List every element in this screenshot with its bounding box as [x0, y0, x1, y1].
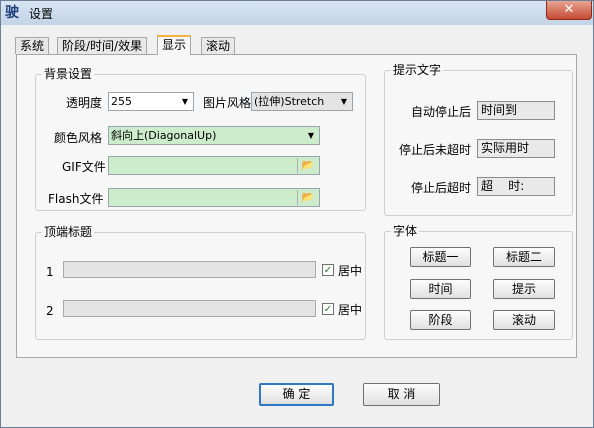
font-group-title: 字体 — [391, 224, 420, 238]
cancel-button[interactable]: 取 消 — [363, 383, 440, 406]
tab-scroll-label: 滚动 — [206, 39, 231, 53]
flash-file-field[interactable]: 📂 — [108, 188, 320, 207]
tab-stage-time-effect[interactable]: 阶段/时间/效果 — [57, 37, 148, 54]
font-hint-button[interactable]: 提示 — [493, 279, 555, 299]
font-title2-button[interactable]: 标题二 — [493, 247, 555, 267]
ok-button[interactable]: 确 定 — [259, 383, 334, 406]
close-icon: ✕ — [563, 2, 575, 17]
opacity-value: 255 — [111, 95, 132, 108]
not-over-text[interactable]: 实际用时 — [477, 139, 555, 158]
gif-file-field[interactable]: 📂 — [108, 156, 320, 175]
top-title-group: 顶端标题 1 ✓ 居中 2 ✓ 居中 — [35, 225, 366, 340]
folder-open-icon[interactable]: 📂 — [297, 158, 318, 173]
font-title2-label: 标题二 — [505, 250, 542, 264]
font-group: 字体 标题一 标题二 时间 提示 阶段 滚动 — [384, 224, 573, 340]
tab-display-label: 显示 — [162, 38, 187, 52]
color-style-combo[interactable]: 斜向上(DiagonalUp) ▼ — [108, 126, 320, 145]
center-checkbox-2-label: 居中 — [338, 303, 363, 317]
chevron-down-icon[interactable]: ▼ — [304, 128, 318, 143]
ok-label: 确 定 — [282, 387, 311, 401]
close-button[interactable]: ✕ — [546, 1, 592, 20]
top-title-2-input[interactable] — [63, 300, 316, 317]
chevron-down-icon[interactable]: ▼ — [178, 94, 192, 109]
window-title: 设置 — [29, 7, 54, 21]
font-time-label: 时间 — [428, 282, 453, 296]
image-style-label: 图片风格 — [203, 96, 252, 110]
opacity-combo[interactable]: 255 ▼ — [108, 92, 194, 111]
not-over-label: 停止后未超时 — [399, 143, 472, 157]
tab-stage-time-effect-label: 阶段/时间/效果 — [62, 39, 143, 53]
gif-file-label: GIF文件 — [62, 160, 106, 174]
font-stage-label: 阶段 — [428, 313, 453, 327]
chevron-down-icon[interactable]: ▼ — [337, 94, 351, 109]
over-label: 停止后超时 — [411, 181, 472, 195]
color-style-value: 斜向上(DiagonalUp) — [111, 129, 217, 142]
tab-system[interactable]: 系统 — [15, 37, 50, 54]
over-text[interactable]: 超 时: — [477, 177, 555, 196]
font-stage-button[interactable]: 阶段 — [410, 310, 471, 330]
auto-stop-text[interactable]: 时间到 — [477, 101, 555, 120]
image-style-value: (拉伸)Stretch — [254, 95, 325, 108]
tab-scroll[interactable]: 滚动 — [201, 37, 236, 54]
image-style-combo[interactable]: (拉伸)Stretch ▼ — [251, 92, 353, 111]
tab-system-label: 系统 — [20, 39, 45, 53]
font-hint-label: 提示 — [511, 282, 536, 296]
cancel-label: 取 消 — [387, 387, 416, 401]
top-title-group-title: 顶端标题 — [42, 225, 95, 239]
auto-stop-value: 时间到 — [481, 103, 518, 117]
background-settings-title: 背景设置 — [42, 67, 95, 81]
hint-text-group: 提示文字 自动停止后 时间到 停止后未超时 实际用时 停止后超时 超 时: — [384, 63, 573, 216]
center-checkbox-2[interactable]: ✓ — [322, 303, 334, 315]
hint-text-title: 提示文字 — [391, 63, 444, 77]
folder-open-icon[interactable]: 📂 — [297, 190, 318, 205]
display-tab-panel: 背景设置 透明度 255 ▼ 图片风格 (拉伸)Stretch ▼ 颜色风格 斜… — [16, 54, 577, 358]
font-time-button[interactable]: 时间 — [410, 279, 471, 299]
over-value: 超 时: — [481, 179, 525, 193]
font-scroll-label: 滚动 — [511, 313, 536, 327]
top-title-1-input[interactable] — [63, 261, 316, 278]
color-style-label: 颜色风格 — [54, 131, 103, 145]
app-icon: 驶 — [5, 5, 19, 21]
flash-file-label: Flash文件 — [48, 192, 104, 206]
font-title1-button[interactable]: 标题一 — [410, 247, 471, 267]
title-bar[interactable]: 驶 设置 ✕ — [1, 1, 593, 25]
top-title-1-index: 1 — [46, 265, 54, 279]
center-checkbox-1[interactable]: ✓ — [322, 264, 334, 276]
background-settings-group: 背景设置 透明度 255 ▼ 图片风格 (拉伸)Stretch ▼ 颜色风格 斜… — [35, 67, 366, 211]
tab-display[interactable]: 显示 — [157, 35, 192, 55]
opacity-label: 透明度 — [66, 96, 103, 110]
font-scroll-button[interactable]: 滚动 — [493, 310, 555, 330]
not-over-value: 实际用时 — [481, 141, 530, 155]
font-title1-label: 标题一 — [422, 250, 459, 264]
settings-window: 驶 设置 ✕ 系统 阶段/时间/效果 显示 滚动 背景设置 透明度 255 ▼ … — [0, 0, 594, 428]
top-title-2-index: 2 — [46, 304, 54, 318]
center-checkbox-1-label: 居中 — [338, 264, 363, 278]
auto-stop-label: 自动停止后 — [411, 105, 472, 119]
